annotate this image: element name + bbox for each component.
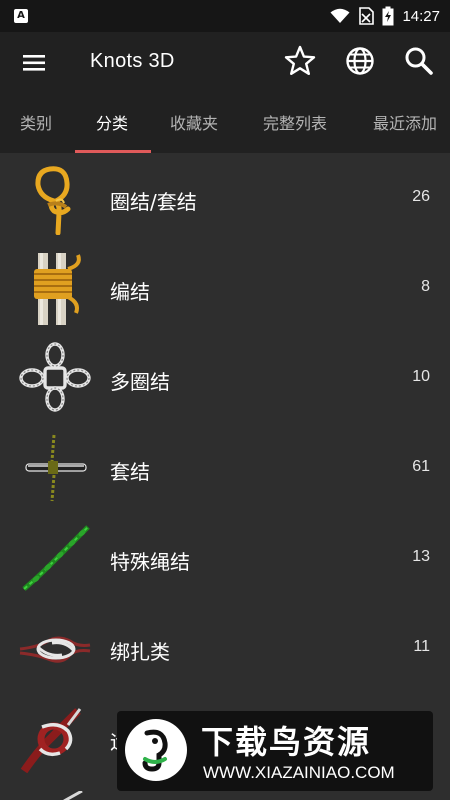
list-item[interactable]: 编结 8 [0,243,450,333]
multi-loop-knot-icon [19,342,91,412]
category-tabs: 类别 分类 收藏夹 完整列表 最近添加 [0,94,450,152]
star-icon [284,45,316,75]
special-knot-icon [22,525,90,591]
watermark-title: 下载鸟资源 [201,723,372,761]
category-label: 编结 [110,280,150,304]
language-button[interactable] [343,44,377,78]
loop-knot-icon [35,166,71,235]
list-item[interactable]: 圈结/套结 26 [0,153,450,243]
lashing-knot-icon [19,636,91,663]
app-bar: Knots 3D 类别 分类 收藏夹 完整列表 最近添加 [0,32,450,153]
battery-charging-icon [382,6,394,26]
status-time: 14:27 [402,7,440,25]
category-label: 圈结/套结 [110,190,197,214]
tab-favorites[interactable]: 收藏夹 [170,110,218,134]
app-notification-icon: A [14,9,28,23]
category-label: 多圈结 [110,370,170,394]
tab-categories[interactable]: 类别 [20,110,52,134]
category-count: 26 [412,188,430,205]
tab-classification[interactable]: 分类 [96,110,128,134]
category-count: 8 [421,278,430,295]
favorites-button[interactable] [283,44,317,78]
category-count: 11 [413,638,430,655]
search-button[interactable] [402,44,436,78]
no-sim-icon [359,7,375,25]
globe-icon [346,47,374,75]
tab-full-list[interactable]: 完整列表 [263,110,327,134]
watermark-banner: 下载鸟资源 WWW.XIAZAINIAO.COM [117,711,433,791]
whipping-knot-icon [34,253,81,325]
list-item[interactable]: 多圈结 10 [0,333,450,423]
category-count: 13 [412,548,430,565]
tab-recently-added[interactable]: 最近添加 [373,110,437,134]
hitch-knot-icon [25,434,87,502]
status-bar: A 14:27 [0,0,450,32]
bird-logo-icon [142,729,168,772]
rope-knot-icon [20,708,82,774]
menu-button[interactable] [20,48,50,78]
category-label: 特殊绳结 [110,550,190,574]
category-count: 10 [412,368,430,385]
status-icons: 14:27 [330,0,440,32]
list-item[interactable]: 特殊绳结 13 [0,513,450,603]
category-count: 61 [412,458,430,475]
wifi-icon [330,8,350,23]
rope-knot-icon [63,791,83,800]
search-icon [405,47,433,75]
list-item[interactable]: 套结 61 [0,423,450,513]
list-item[interactable]: 绑扎类 11 [0,603,450,693]
app-title: Knots 3D [90,50,175,72]
menu-icon [23,55,45,71]
category-label: 套结 [110,460,150,484]
watermark-url: WWW.XIAZAINIAO.COM [203,763,395,782]
category-label: 绑扎类 [110,640,170,664]
watermark-logo [125,719,187,781]
